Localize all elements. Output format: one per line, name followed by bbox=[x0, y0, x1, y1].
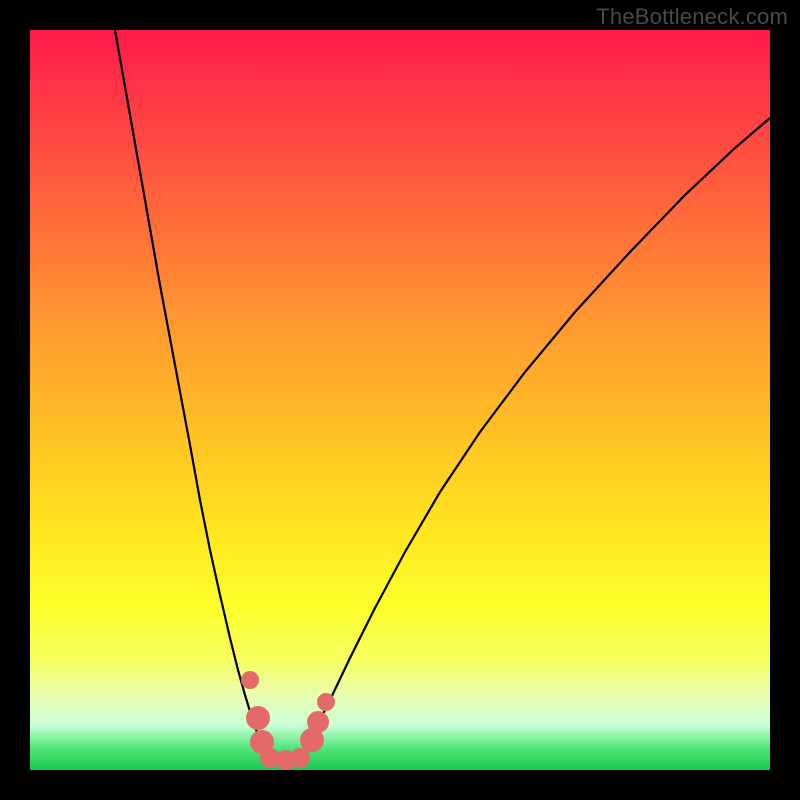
valley-marker bbox=[246, 706, 270, 730]
curve-right-branch bbox=[305, 118, 770, 750]
chart-plot-area bbox=[30, 30, 770, 770]
chart-svg bbox=[30, 30, 770, 770]
watermark-text: TheBottleneck.com bbox=[596, 4, 788, 30]
valley-marker bbox=[307, 711, 329, 733]
curve-left-branch bbox=[115, 30, 264, 750]
valley-markers bbox=[241, 671, 335, 770]
valley-marker bbox=[290, 748, 310, 768]
valley-marker bbox=[241, 671, 259, 689]
valley-marker bbox=[317, 693, 335, 711]
